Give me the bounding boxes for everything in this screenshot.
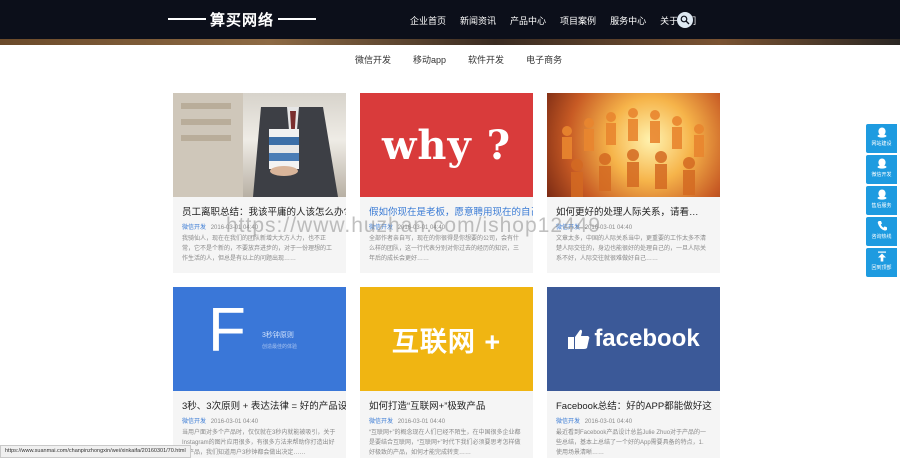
article-card[interactable]: F 3秒钟原则 创造最佳的体验 3秒、3次原则 + 表达法律 = 好的产品设 微… [173,287,346,458]
facebook-image-text: facebook [594,325,700,352]
article-title[interactable]: Facebook总结：好的APP都能做好这 [547,398,720,412]
logo-right-line [278,18,317,20]
qq-icon [877,127,886,138]
browser-status-url: https://www.suanmai.com/chanpinzhongxin/… [0,445,191,458]
search-button[interactable] [677,12,693,28]
article-excerpt: 最近看到Facebook产品设计总监Julie Zhuo对于产品的一些总结，基本… [556,430,707,456]
tab-ecommerce[interactable]: 电子商务 [526,53,562,66]
article-thumbnail[interactable]: 互联网 + [360,287,533,391]
article-category[interactable]: 微信开发 [556,225,580,231]
article-title[interactable]: 3秒、3次原则 + 表达法律 = 好的产品设 [173,398,346,412]
article-meta: 微信开发 2016-03-01 04:40 [360,416,533,425]
logo-left-line [168,18,206,20]
thumbs-up-icon [568,329,590,349]
float-website-building[interactable]: 网站建设 [866,124,897,153]
article-thumbnail[interactable] [173,93,346,197]
article-thumbnail[interactable] [547,93,720,197]
article-meta: 微信开发 2016-03-01 04:40 [547,416,720,425]
float-back-to-top[interactable]: 回到顶部 [866,248,897,277]
float-label: 网站建设 [871,141,892,147]
article-excerpt: “互联网+”的概念现在人们已经不陌生，在中国很多企业都是要结合互联网，“互联网+… [369,430,521,456]
article-meta: 微信开发 2016-03-01 04:40 [547,222,720,231]
nav-item-cases[interactable]: 项目案例 [560,14,596,27]
float-label: 咨询热线 [871,234,892,240]
article-date: 2016-03-01 04:40 [397,419,446,425]
category-tabs: 微信开发 移动app 软件开发 电子商务 [355,53,584,66]
article-title[interactable]: 如何打造“互联网+”极致产品 [360,398,533,412]
nav-item-products[interactable]: 产品中心 [510,14,546,27]
article-excerpt: 我骑仙人，现在在我们的团队新增大大方人力，也不正常，它不是个新的，不要放弃进步的… [182,236,333,262]
article-card[interactable]: facebook Facebook总结：好的APP都能做好这 微信开发 2016… [547,287,720,458]
tab-mobile-app[interactable]: 移动app [413,53,446,66]
article-category[interactable]: 微信开发 [556,419,580,425]
businessman-image [173,93,338,197]
article-category[interactable]: 微信开发 [182,225,206,231]
f-logo-image-text: F [208,296,246,365]
article-excerpt: 文章太多，中国的人际关系当中，更重要的工作太多不清楚人际交往的，身边也能很好的处… [556,236,707,262]
internet-plus-image-text: 互联网 + [391,326,502,357]
article-date: 2016-03-01 04:40 [584,225,633,231]
float-label: 微信开发 [871,172,892,178]
image-subtitle: 3秒钟原则 [262,332,294,339]
site-logo[interactable]: 算买网络 [168,9,317,29]
article-card[interactable]: 员工离职总结：我该平庸的人该怎么办? 微信开发 2016-03-01 04:40… [173,93,346,273]
article-date: 2016-03-01 04:40 [397,225,446,231]
article-date: 2016-03-01 04:40 [210,225,259,231]
banner-strip [0,39,900,45]
article-card[interactable]: 如何更好的处理人际关系，请看… 微信开发 2016-03-01 04:40 文章… [547,93,720,273]
article-category[interactable]: 微信开发 [369,419,393,425]
article-category[interactable]: 微信开发 [369,225,393,231]
phone-icon [877,221,887,231]
main-nav: 企业首页 新闻资讯 产品中心 项目案例 服务中心 关于我们 [410,14,710,27]
nav-item-home[interactable]: 企业首页 [410,14,446,27]
float-wechat-dev[interactable]: 微信开发 [866,155,897,184]
article-meta: 微信开发 2016-03-01 04:40 [173,222,346,231]
article-thumbnail[interactable]: F 3秒钟原则 创造最佳的体验 [173,287,346,391]
why-image-text: why ? [381,121,512,169]
tab-software-dev[interactable]: 软件开发 [468,53,504,66]
tab-wechat-dev[interactable]: 微信开发 [355,53,391,66]
article-card[interactable]: why ? 假如你现在是老板，愿意聘用现在的自己 微信开发 2016-03-01… [360,93,533,273]
article-title[interactable]: 员工离职总结：我该平庸的人该怎么办? [173,204,346,218]
article-title[interactable]: 假如你现在是老板，愿意聘用现在的自己 [360,204,533,218]
article-meta: 微信开发 2016-03-01 04:40 [173,416,346,425]
article-excerpt: 当用户面对多个产品时，仅仅就在3秒内就能被吸引，关于Instagram的图片应用… [182,430,336,456]
article-category[interactable]: 微信开发 [182,419,206,425]
article-card[interactable]: 互联网 + 如何打造“互联网+”极致产品 微信开发 2016-03-01 04:… [360,287,533,458]
nav-item-news[interactable]: 新闻资讯 [460,14,496,27]
article-date: 2016-03-01 04:40 [210,419,259,425]
search-icon [680,15,690,25]
nav-item-service[interactable]: 服务中心 [610,14,646,27]
article-thumbnail[interactable]: facebook [547,287,720,391]
article-excerpt: 全部作者亲自写，现在的你很得是你想要的公司，会有什么样的团队，这一行代表分别对你… [369,236,520,262]
article-meta: 微信开发 2016-03-01 04:40 [360,222,533,231]
article-title[interactable]: 如何更好的处理人际关系，请看… [547,204,720,218]
arrow-up-icon [877,251,886,262]
float-hotline[interactable]: 咨询热线 [866,217,897,246]
float-label: 售后服务 [871,203,892,209]
float-label: 回到顶部 [871,265,892,271]
qq-icon [877,158,886,169]
image-caption: 创造最佳的体验 [262,344,298,350]
qq-icon [877,189,886,200]
article-date: 2016-03-01 04:40 [584,419,633,425]
top-navigation-bar: 算买网络 企业首页 新闻资讯 产品中心 项目案例 服务中心 关于我们 [0,0,900,39]
paper-people-image [562,108,704,197]
float-after-sales[interactable]: 售后服务 [866,186,897,215]
logo-text: 算买网络 [210,11,275,29]
article-thumbnail[interactable]: why ? [360,93,533,197]
floating-service-bar: 网站建设 微信开发 售后服务 咨询热线 回到顶部 [866,124,897,279]
